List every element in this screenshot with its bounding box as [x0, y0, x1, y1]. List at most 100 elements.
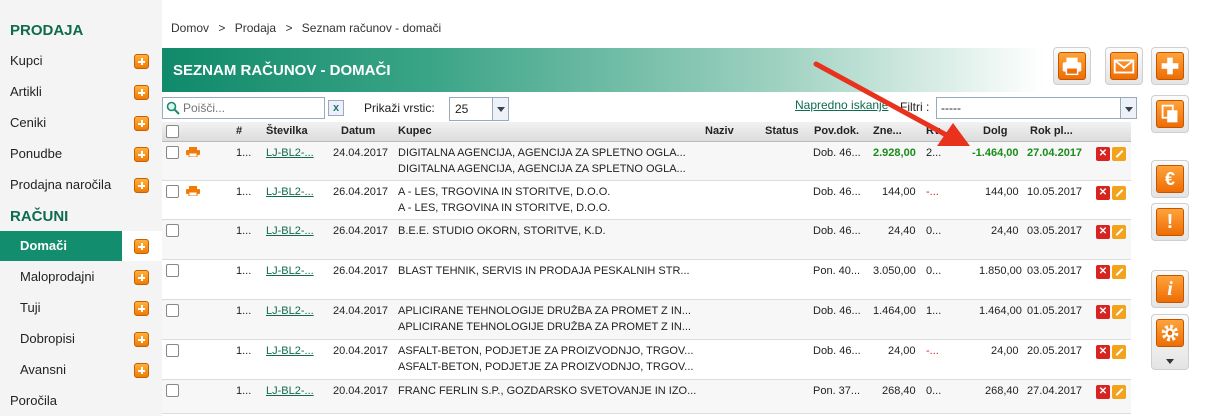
edit-icon[interactable] — [1112, 147, 1126, 161]
sidebar-item-dobropisi[interactable]: Dobropisi — [0, 324, 162, 354]
alert-button[interactable]: ! — [1151, 203, 1189, 241]
delete-icon[interactable]: ✕ — [1096, 345, 1110, 359]
invoice-number-link[interactable]: LJ-BL2-... — [266, 385, 314, 397]
row-checkbox[interactable] — [166, 146, 179, 159]
add-plus-icon[interactable] — [134, 85, 149, 100]
email-button[interactable] — [1105, 47, 1143, 85]
add-plus-icon[interactable] — [134, 239, 149, 254]
sidebar-item-domaci[interactable]: Domači — [0, 231, 162, 261]
add-plus-icon[interactable] — [134, 270, 149, 285]
rows-per-page-select[interactable]: 25 — [449, 97, 509, 121]
copy-button[interactable] — [1151, 95, 1189, 133]
table-row[interactable]: 1... LJ-BL2-... 24.04.2017 APLICIRANE TE… — [162, 300, 1131, 340]
filters-label: Filtri : — [900, 100, 930, 114]
row-checkbox[interactable] — [166, 304, 179, 317]
invoice-number-link[interactable]: LJ-BL2-... — [266, 305, 314, 317]
row-customer-secondary: A - LES, TRGOVINA IN STORITVE, D.O.O. — [398, 202, 611, 214]
row-amount: 144,00 — [882, 186, 916, 198]
col-number[interactable]: Številka — [266, 125, 308, 137]
sidebar-item-ponudbe[interactable]: Ponudbe — [0, 139, 162, 169]
page-title-bar: SEZNAM RAČUNOV - DOMAČI — [162, 48, 1044, 92]
sidebar-item-label: Tuji — [20, 300, 41, 315]
col-due[interactable]: Rv... — [926, 125, 948, 137]
clear-search-button[interactable]: x — [328, 100, 344, 116]
printer-icon[interactable] — [186, 147, 200, 157]
table-row[interactable]: 1... LJ-BL2-... 24.04.2017 DIGITALNA AGE… — [162, 142, 1131, 181]
print-button[interactable] — [1053, 47, 1091, 85]
col-doc[interactable]: Pov.dok. — [814, 125, 859, 137]
info-button[interactable]: i — [1151, 270, 1189, 308]
breadcrumb-sales[interactable]: Prodaja — [235, 21, 276, 35]
delete-icon[interactable]: ✕ — [1096, 305, 1110, 319]
table-row[interactable]: 1... LJ-BL2-... 26.04.2017 B.E.E. STUDIO… — [162, 220, 1131, 260]
table-row[interactable]: 1... LJ-BL2-... 20.04.2017 FRANC FERLIN … — [162, 380, 1131, 414]
col-deadline[interactable]: Rok pl... — [1030, 125, 1073, 137]
add-plus-icon[interactable] — [134, 301, 149, 316]
edit-icon[interactable] — [1112, 385, 1126, 399]
delete-icon[interactable]: ✕ — [1096, 147, 1110, 161]
col-amount[interactable]: Zne... — [873, 125, 902, 137]
sidebar-item-artikli[interactable]: Artikli — [0, 77, 162, 107]
col-num[interactable]: # — [236, 125, 242, 137]
sidebar-item-kupci[interactable]: Kupci — [0, 46, 162, 76]
rows-per-page-label: Prikaži vrstic: — [364, 101, 435, 115]
sidebar-item-ceniki[interactable]: Ceniki — [0, 108, 162, 138]
printer-icon[interactable] — [186, 186, 200, 196]
sidebar-item-tuji[interactable]: Tuji — [0, 293, 162, 323]
col-date[interactable]: Datum — [341, 125, 375, 137]
sidebar-item-avansni[interactable]: Avansni — [0, 355, 162, 385]
edit-icon[interactable] — [1112, 305, 1126, 319]
select-all-checkbox[interactable] — [166, 125, 179, 138]
edit-icon[interactable] — [1112, 186, 1126, 200]
row-checkbox[interactable] — [166, 384, 179, 397]
settings-button[interactable] — [1151, 314, 1189, 370]
advanced-search-link[interactable]: Napredno iskanje — [795, 98, 888, 112]
col-debt[interactable]: Dolg — [983, 125, 1007, 137]
row-checkbox[interactable] — [166, 264, 179, 277]
sidebar-item-porocila[interactable]: Poročila — [0, 386, 162, 416]
edit-icon[interactable] — [1112, 345, 1126, 359]
add-plus-icon[interactable] — [134, 332, 149, 347]
delete-icon[interactable]: ✕ — [1096, 225, 1110, 239]
col-status[interactable]: Status — [765, 125, 799, 137]
row-customer: A - LES, TRGOVINA IN STORITVE, D.O.O. — [398, 186, 611, 198]
envelope-icon — [1110, 52, 1138, 80]
col-name[interactable]: Naziv — [705, 125, 734, 137]
delete-icon[interactable]: ✕ — [1096, 265, 1110, 279]
breadcrumb-home[interactable]: Domov — [171, 21, 209, 35]
search-input[interactable] — [183, 100, 321, 116]
delete-icon[interactable]: ✕ — [1096, 186, 1110, 200]
row-checkbox[interactable] — [166, 224, 179, 237]
col-customer[interactable]: Kupec — [398, 125, 432, 137]
invoice-number-link[interactable]: LJ-BL2-... — [266, 265, 314, 277]
row-checkbox[interactable] — [166, 185, 179, 198]
add-invoice-button[interactable] — [1151, 47, 1189, 85]
invoice-number-link[interactable]: LJ-BL2-... — [266, 147, 314, 159]
sidebar-item-maloprodajni[interactable]: Maloprodajni — [0, 262, 162, 292]
row-debt: 1.850,00 — [979, 265, 1022, 277]
table-row[interactable]: 1... LJ-BL2-... 26.04.2017 BLAST TEHNIK,… — [162, 260, 1131, 300]
add-plus-icon[interactable] — [134, 178, 149, 193]
row-date: 24.04.2017 — [333, 147, 389, 159]
table-row[interactable]: 1... LJ-BL2-... 20.04.2017 ASFALT-BETON,… — [162, 340, 1131, 380]
add-plus-icon[interactable] — [134, 147, 149, 162]
edit-icon[interactable] — [1112, 225, 1126, 239]
invoice-number-link[interactable]: LJ-BL2-... — [266, 186, 314, 198]
row-amount: 3.050,00 — [873, 265, 916, 277]
add-plus-icon[interactable] — [134, 116, 149, 131]
row-due: 0... — [926, 385, 942, 397]
row-deadline: 01.05.2017 — [1027, 305, 1083, 317]
add-plus-icon[interactable] — [134, 54, 149, 69]
chevron-down-icon[interactable] — [1166, 359, 1174, 364]
sidebar-item-label: Dobropisi — [20, 331, 75, 346]
filters-select[interactable]: ----- — [936, 97, 1137, 119]
row-checkbox[interactable] — [166, 344, 179, 357]
edit-icon[interactable] — [1112, 265, 1126, 279]
table-row[interactable]: 1... LJ-BL2-... 26.04.2017 A - LES, TRGO… — [162, 181, 1131, 220]
add-plus-icon[interactable] — [134, 363, 149, 378]
invoice-number-link[interactable]: LJ-BL2-... — [266, 345, 314, 357]
invoice-number-link[interactable]: LJ-BL2-... — [266, 225, 314, 237]
payment-button[interactable]: € — [1151, 160, 1189, 198]
sidebar-item-prodajna-narocila[interactable]: Prodajna naročila — [0, 170, 162, 200]
delete-icon[interactable]: ✕ — [1096, 385, 1110, 399]
